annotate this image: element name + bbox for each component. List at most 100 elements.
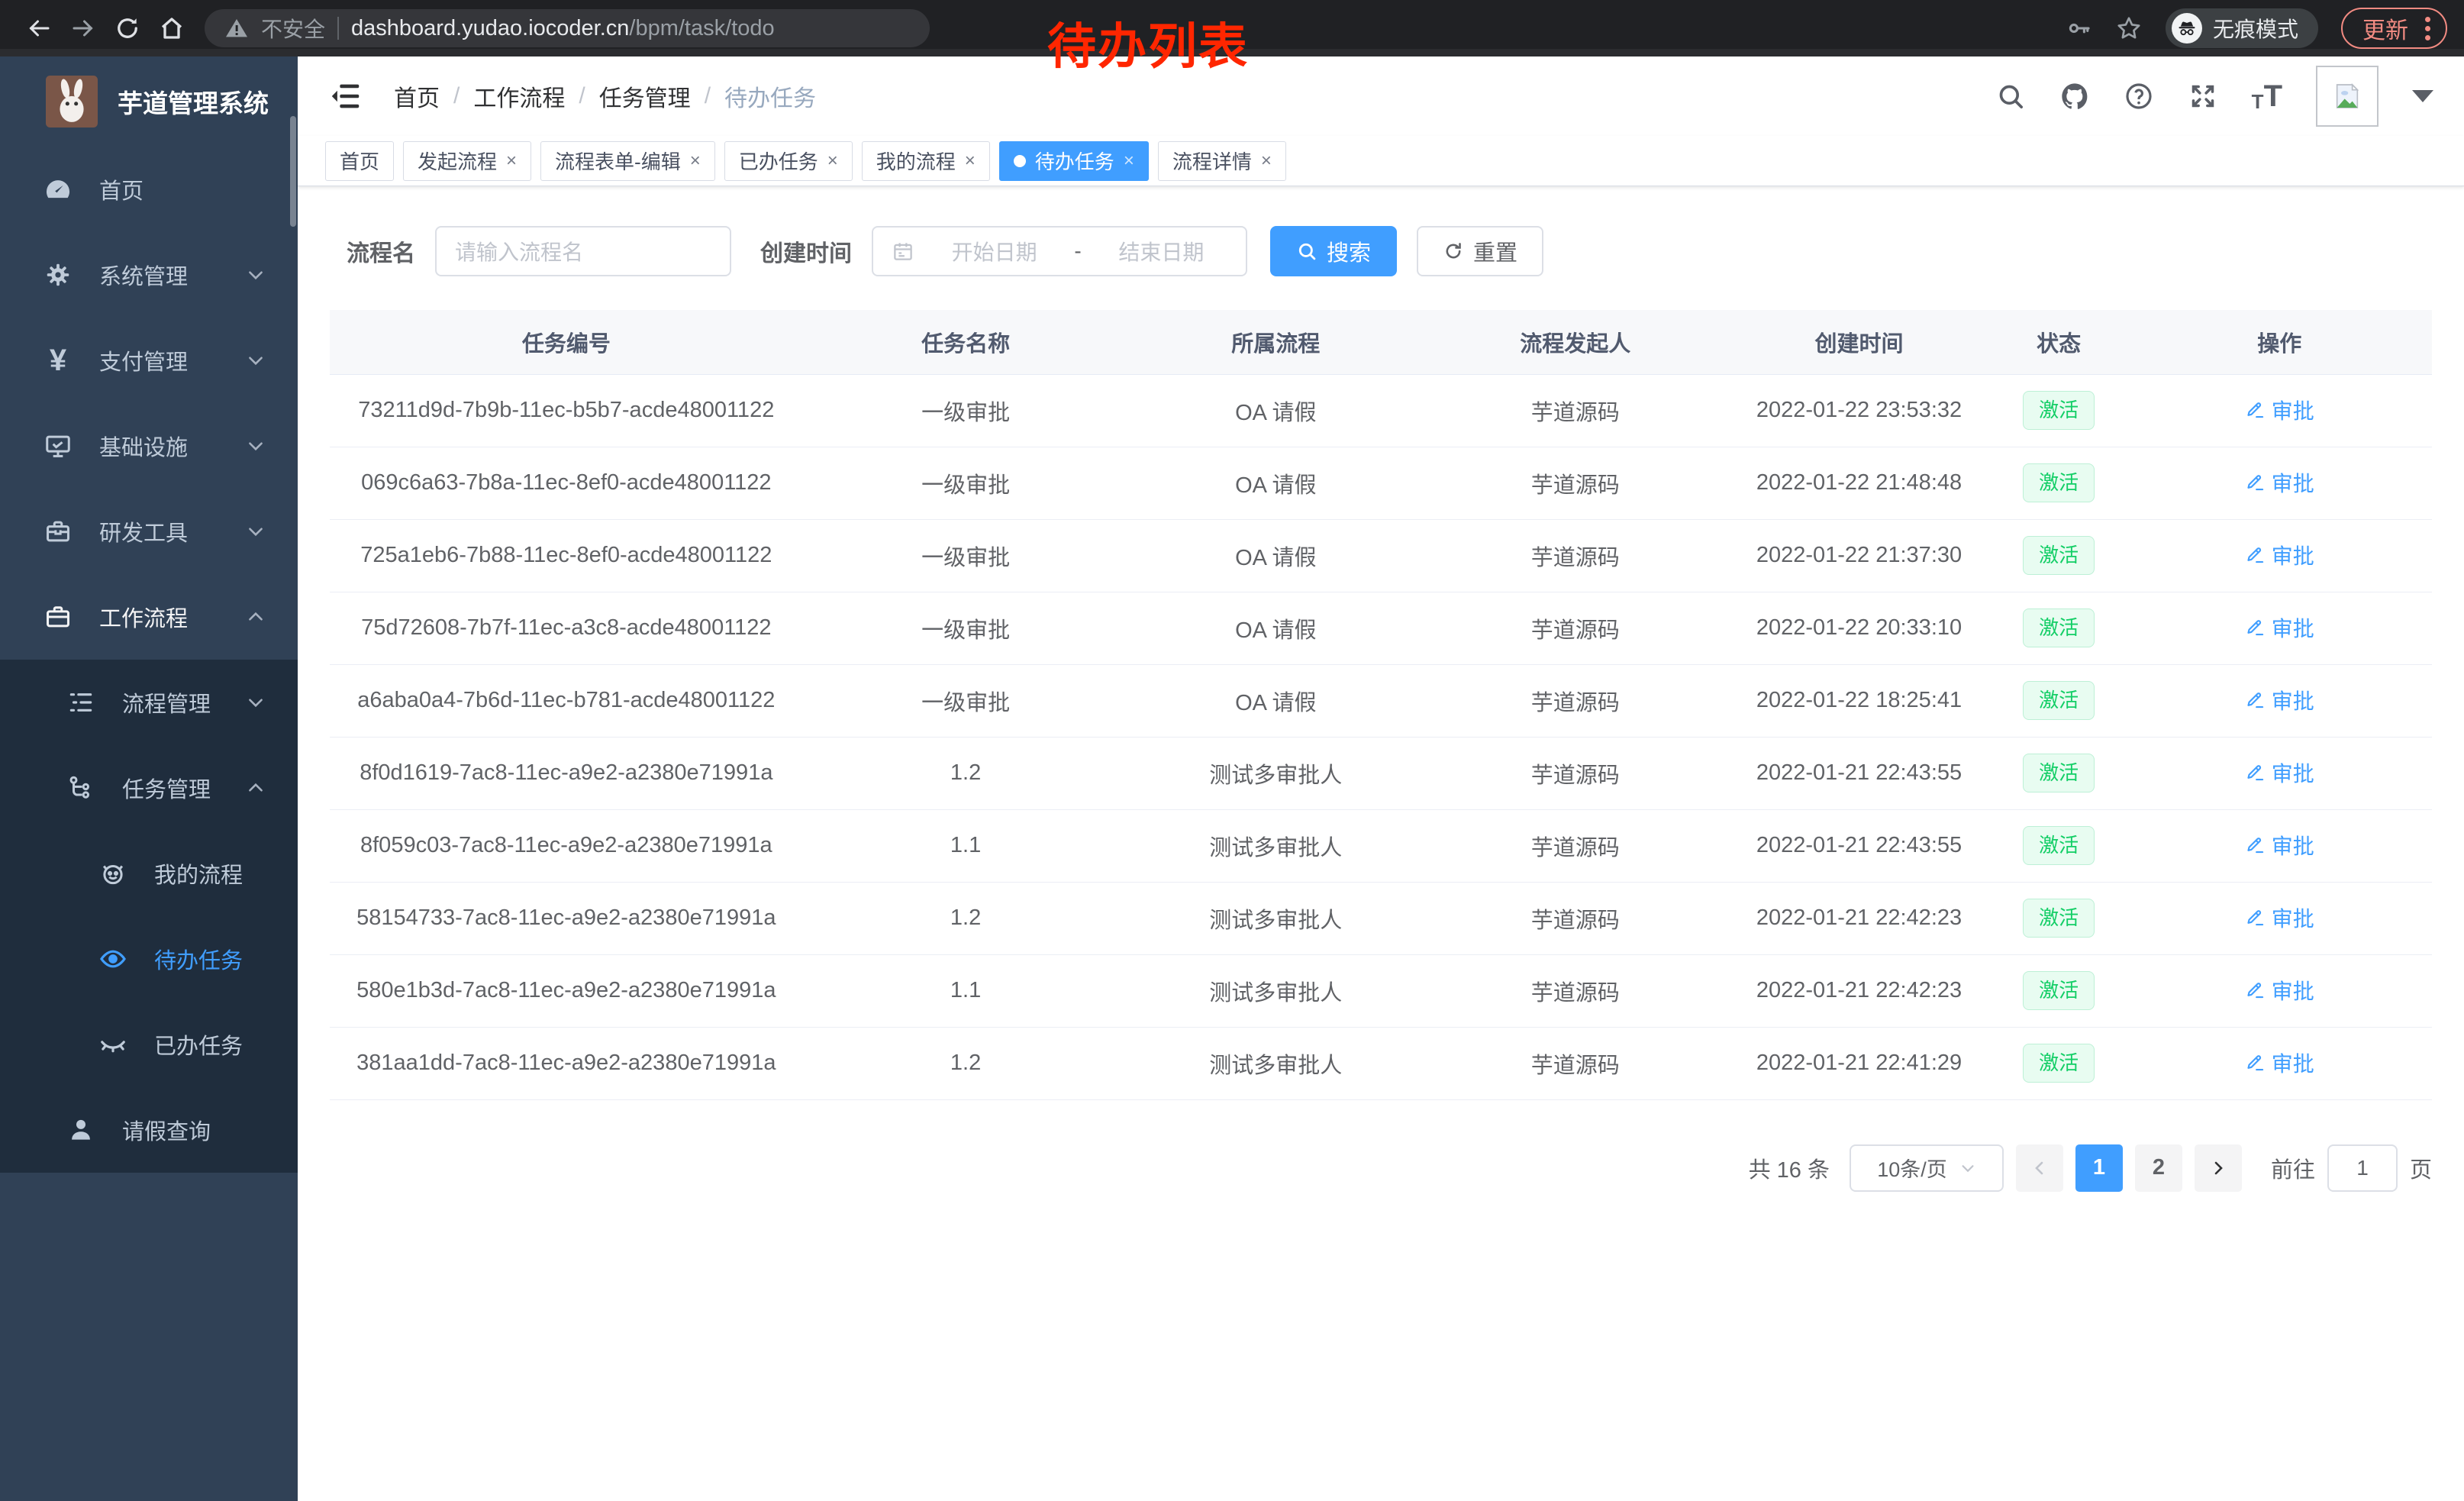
- tab-close-icon[interactable]: ×: [1261, 152, 1272, 170]
- breadcrumb-task-mgmt[interactable]: 任务管理: [599, 79, 691, 113]
- page-tab-5[interactable]: 待办任务 ×: [999, 141, 1149, 181]
- browser-update-button[interactable]: 更新: [2341, 8, 2447, 49]
- approve-link[interactable]: 审批: [2245, 1047, 2314, 1078]
- approve-link[interactable]: 审批: [2245, 830, 2314, 860]
- search-icon[interactable]: [1995, 81, 2026, 111]
- sidebar-item-workflow[interactable]: 工作流程: [0, 574, 298, 660]
- cell-create-time: 2022-01-21 22:41:29: [1727, 1027, 1990, 1099]
- caret-down-icon[interactable]: [2412, 90, 2433, 102]
- sidebar-item-home[interactable]: 首页: [0, 147, 298, 232]
- col-task-id: 任务编号: [330, 310, 803, 374]
- cell-task-id: 75d72608-7b7f-11ec-a3c8-acde48001122: [330, 592, 803, 664]
- page-size-select[interactable]: 10条/页: [1850, 1144, 2004, 1192]
- sidebar-item-leave-query[interactable]: 请假查询: [0, 1087, 298, 1173]
- reset-button[interactable]: 重置: [1417, 226, 1543, 276]
- help-icon[interactable]: [2124, 81, 2154, 111]
- reload-icon: [114, 15, 141, 42]
- approve-link[interactable]: 审批: [2245, 467, 2314, 498]
- sidebar-scrollbar[interactable]: [290, 116, 296, 227]
- browser-home-button[interactable]: [150, 6, 194, 50]
- approve-link[interactable]: 审批: [2245, 395, 2314, 425]
- cell-task-name: 一级审批: [803, 519, 1129, 592]
- cell-starter: 芋道源码: [1423, 519, 1727, 592]
- cell-actions: 审批: [2127, 882, 2432, 954]
- logo-image: [46, 76, 98, 128]
- approve-link[interactable]: 审批: [2245, 685, 2314, 715]
- edit-icon: [2245, 544, 2266, 565]
- cell-actions: 审批: [2127, 809, 2432, 882]
- page-tab-0[interactable]: 首页: [325, 141, 394, 181]
- home-icon: [158, 15, 185, 42]
- cell-create-time: 2022-01-21 22:42:23: [1727, 954, 1990, 1027]
- approve-label: 审批: [2272, 830, 2314, 860]
- approve-link[interactable]: 审批: [2245, 540, 2314, 570]
- tab-close-icon[interactable]: ×: [965, 152, 976, 170]
- monitor-icon: [43, 431, 73, 461]
- briefcase-icon: [43, 602, 73, 632]
- approve-link[interactable]: 审批: [2245, 902, 2314, 933]
- search-button[interactable]: 搜索: [1270, 226, 1397, 276]
- sidebar-item-infra[interactable]: 基础设施: [0, 403, 298, 489]
- page-tab-3[interactable]: 已办任务×: [724, 141, 853, 181]
- tab-close-icon[interactable]: ×: [827, 152, 838, 170]
- date-range-picker[interactable]: 开始日期 - 结束日期: [872, 226, 1247, 276]
- tab-close-icon[interactable]: ×: [690, 152, 701, 170]
- prev-page-button[interactable]: [2016, 1144, 2063, 1192]
- page-button-2[interactable]: 2: [2135, 1144, 2182, 1192]
- kebab-menu-icon[interactable]: [2425, 17, 2430, 40]
- sidebar-item-system[interactable]: 系统管理: [0, 232, 298, 318]
- page-tab-1[interactable]: 发起流程×: [403, 141, 531, 181]
- fullscreen-icon[interactable]: [2188, 81, 2218, 111]
- goto-label: 前往: [2271, 1152, 2315, 1184]
- star-icon[interactable]: [2115, 15, 2143, 42]
- chevron-left-icon: [2030, 1159, 2049, 1177]
- process-name-input[interactable]: 请输入流程名: [435, 226, 731, 276]
- sidebar-item-todo-tasks[interactable]: 待办任务: [0, 916, 298, 1002]
- approve-link[interactable]: 审批: [2245, 757, 2314, 788]
- chevron-down-icon: [246, 692, 266, 712]
- github-icon[interactable]: [2059, 81, 2090, 111]
- breadcrumb-workflow[interactable]: 工作流程: [473, 79, 565, 113]
- sidebar-item-done-tasks[interactable]: 已办任务: [0, 1002, 298, 1087]
- sidebar-item-label: 首页: [99, 173, 298, 205]
- sidebar-item-devtools[interactable]: 研发工具: [0, 489, 298, 574]
- breadcrumb-home[interactable]: 首页: [394, 79, 440, 113]
- edit-icon: [2245, 762, 2266, 783]
- avatar[interactable]: [2316, 66, 2379, 127]
- cell-process: OA 请假: [1129, 664, 1424, 737]
- page-tab-6[interactable]: 流程详情×: [1158, 141, 1286, 181]
- approve-link[interactable]: 审批: [2245, 612, 2314, 643]
- next-page-button[interactable]: [2195, 1144, 2242, 1192]
- cell-actions: 审批: [2127, 1027, 2432, 1099]
- sidebar-collapse-button[interactable]: [328, 79, 363, 114]
- sidebar-item-payment[interactable]: ¥ 支付管理: [0, 318, 298, 403]
- url-text[interactable]: dashboard.yudao.iocoder.cn/bpm/task/todo: [351, 16, 775, 41]
- tab-label: 待办任务: [1035, 147, 1114, 175]
- edit-icon: [2245, 472, 2266, 492]
- font-size-icon[interactable]: TT: [2252, 81, 2282, 111]
- process-name-placeholder: 请输入流程名: [455, 236, 583, 266]
- security-label[interactable]: 不安全: [261, 13, 325, 44]
- table-header-row: 任务编号 任务名称 所属流程 流程发起人 创建时间 状态 操作: [330, 310, 2432, 374]
- approve-link[interactable]: 审批: [2245, 975, 2314, 1006]
- tab-close-icon[interactable]: ×: [1124, 152, 1134, 170]
- sidebar-item-process-mgmt[interactable]: 流程管理: [0, 660, 298, 745]
- page-tab-2[interactable]: 流程表单-编辑×: [540, 141, 715, 181]
- page-tab-4[interactable]: 我的流程×: [862, 141, 990, 181]
- page-button-1[interactable]: 1: [2075, 1144, 2123, 1192]
- tab-close-icon[interactable]: ×: [506, 152, 517, 170]
- sidebar-item-my-process[interactable]: 我的流程: [0, 831, 298, 916]
- sidebar-logo[interactable]: 芋道管理系统: [0, 56, 298, 147]
- goto-page-input[interactable]: 1: [2327, 1144, 2398, 1192]
- tree-icon: [66, 773, 96, 803]
- update-label[interactable]: 更新: [2362, 11, 2408, 45]
- sidebar-item-task-mgmt[interactable]: 任务管理: [0, 745, 298, 831]
- address-bar[interactable]: 不安全 dashboard.yudao.iocoder.cn/bpm/task/…: [205, 9, 930, 47]
- browser-back-button[interactable]: [17, 6, 61, 50]
- key-icon[interactable]: [2066, 15, 2092, 41]
- edit-icon: [2245, 689, 2266, 710]
- cell-task-id: 580e1b3d-7ac8-11ec-a9e2-a2380e71991a: [330, 954, 803, 1027]
- browser-reload-button[interactable]: [105, 6, 150, 50]
- browser-forward-button[interactable]: [61, 6, 105, 50]
- cell-task-id: 58154733-7ac8-11ec-a9e2-a2380e71991a: [330, 882, 803, 954]
